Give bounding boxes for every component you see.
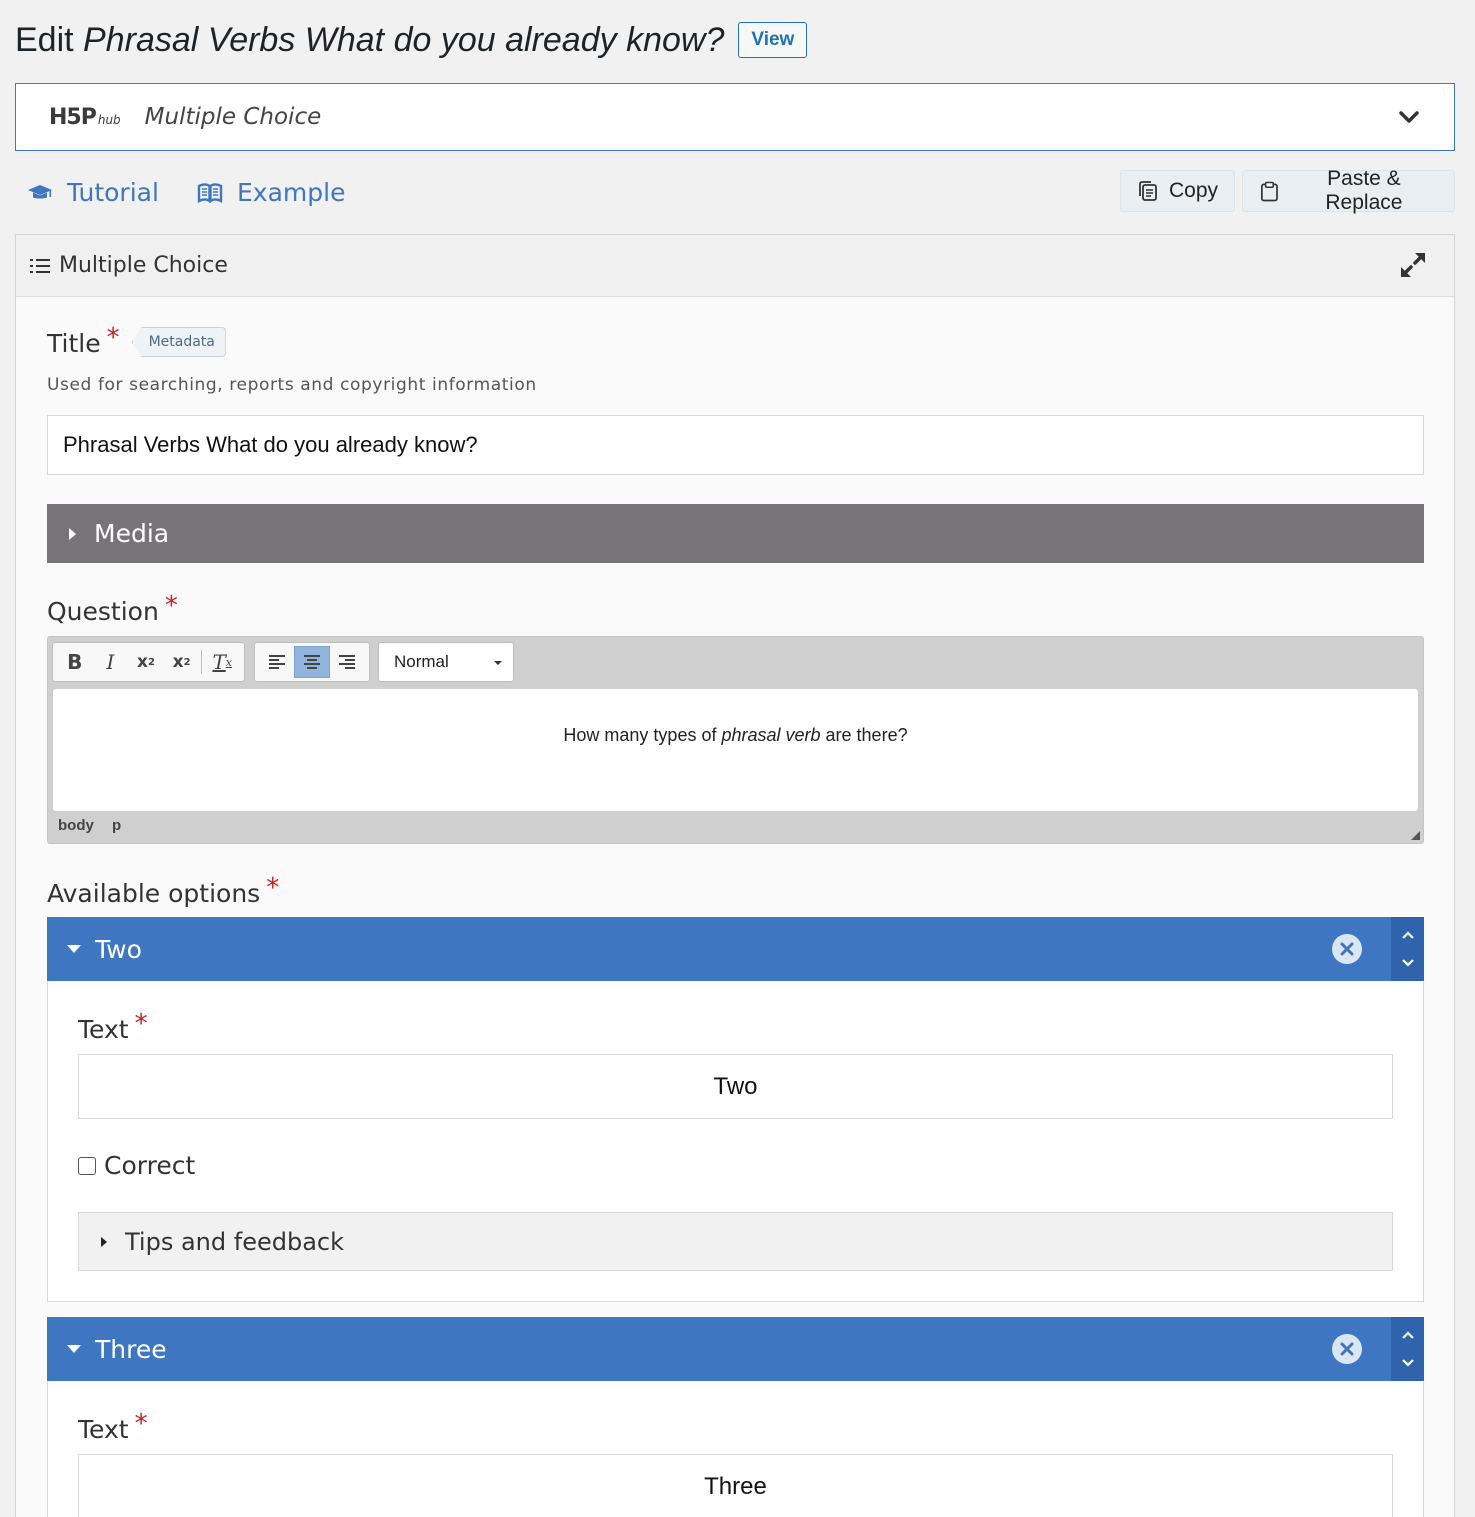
open-book-icon (197, 182, 223, 203)
option-text-input[interactable]: Two (78, 1054, 1393, 1119)
editor-form: Multiple Choice Title * Metadata Used fo… (15, 234, 1455, 1517)
page-title: Edit Phrasal Verbs What do you already k… (15, 21, 724, 60)
paste-replace-button[interactable]: Paste & Replace (1242, 167, 1455, 214)
chevron-down-icon[interactable] (1401, 1358, 1415, 1368)
page-title-content: Phrasal Verbs What do you already know? (83, 20, 725, 59)
option-header[interactable]: Two (47, 917, 1424, 981)
question-label-text: Question (47, 597, 159, 626)
align-center-icon[interactable] (294, 646, 330, 678)
h5p-hub-logo: H5P hub (49, 105, 121, 130)
question-text-area[interactable]: How many types of phrasal verb are there… (53, 689, 1418, 811)
format-select-value: Normal (394, 652, 449, 671)
title-input[interactable]: Phrasal Verbs What do you already know? (47, 415, 1424, 475)
title-field-label: Title * Metadata (47, 323, 226, 358)
element-path: body p (58, 817, 135, 834)
text-style-toolbar: B I x2 x2 Tx (52, 642, 245, 682)
resize-handle[interactable] (1411, 831, 1420, 840)
question-text-after: are there? (820, 725, 908, 745)
option-text-label: Text * (78, 1009, 148, 1044)
example-link[interactable]: Example (197, 178, 345, 207)
italic-icon[interactable]: I (93, 646, 129, 678)
question-field-label: Question * (47, 591, 178, 626)
editor-header: Multiple Choice (16, 235, 1454, 297)
page-heading: Edit Phrasal Verbs What do you already k… (15, 18, 808, 62)
editor-toolbar: Tutorial Example Copy Paste & Replace (27, 167, 1455, 214)
fullscreen-icon[interactable] (1398, 250, 1428, 280)
metadata-button[interactable]: Metadata (131, 327, 226, 357)
toolbar-separator (201, 650, 203, 674)
align-left-icon[interactable] (259, 646, 294, 678)
format-select[interactable]: Normal (378, 642, 514, 682)
checkbox-box[interactable] (78, 1156, 96, 1175)
option-order-controls (1391, 917, 1424, 981)
required-mark: * (106, 323, 120, 353)
chevron-up-icon[interactable] (1401, 1330, 1415, 1340)
superscript-icon[interactable]: x2 (164, 646, 200, 678)
bold-icon[interactable]: B (57, 646, 93, 678)
example-label: Example (237, 178, 346, 207)
view-button[interactable]: View (738, 22, 808, 58)
option-body: Text * Three (47, 1381, 1424, 1517)
content-type-name: Multiple Choice (144, 104, 322, 130)
media-label: Media (94, 519, 170, 548)
title-description: Used for searching, reports and copyrigh… (47, 375, 537, 395)
tutorial-link[interactable]: Tutorial (27, 178, 159, 207)
copy-label: Copy (1169, 179, 1219, 202)
question-text-italic: phrasal verb (721, 725, 821, 745)
option-text-label: Text * (78, 1409, 148, 1444)
path-body[interactable]: body (58, 817, 94, 834)
remove-option-icon[interactable] (1332, 934, 1362, 964)
tips-feedback-toggle[interactable]: Tips and feedback (78, 1212, 1393, 1271)
correct-label: Correct (104, 1151, 196, 1180)
required-mark: * (164, 591, 178, 621)
option-text-label-text: Text (78, 1015, 129, 1044)
title-label-text: Title (47, 329, 101, 358)
caret-down-icon (67, 1345, 81, 1353)
remove-format-icon[interactable]: Tx (204, 646, 240, 678)
chevron-down-icon[interactable] (1401, 958, 1415, 968)
option-title: Three (95, 1334, 167, 1364)
copy-button[interactable]: Copy (1120, 170, 1236, 212)
required-mark: * (134, 1009, 148, 1039)
graduation-cap-icon (28, 184, 52, 198)
option-body: Text * Two Correct Tips and feedback (47, 981, 1424, 1302)
h5p-logo-text: H5P (49, 104, 97, 130)
option-text-label-text: Text (78, 1415, 129, 1444)
caret-right-icon (101, 1236, 107, 1247)
correct-checkbox[interactable]: Correct (78, 1151, 195, 1180)
chevron-up-icon[interactable] (1401, 930, 1415, 940)
media-section-toggle[interactable]: Media (47, 504, 1424, 563)
caret-down-icon (67, 945, 81, 953)
question-rich-text-editor: B I x2 x2 Tx Normal How many types of ph… (47, 636, 1424, 844)
align-right-icon[interactable] (330, 646, 365, 678)
subscript-icon[interactable]: x2 (128, 646, 164, 678)
tutorial-label: Tutorial (67, 178, 159, 207)
caret-right-icon (69, 527, 76, 540)
caret-down-icon (494, 661, 502, 665)
list-icon (30, 258, 50, 273)
paste-replace-label: Paste & Replace (1325, 167, 1403, 214)
remove-option-icon[interactable] (1332, 1334, 1362, 1364)
option-header[interactable]: Three (47, 1317, 1424, 1381)
editor-header-title: Multiple Choice (59, 253, 228, 278)
required-mark: * (266, 873, 280, 903)
copy-icon (1139, 181, 1157, 201)
option-text-input[interactable]: Three (78, 1454, 1393, 1517)
option-title: Two (95, 934, 142, 964)
options-label-text: Available options (47, 879, 261, 908)
tips-feedback-label: Tips and feedback (125, 1227, 344, 1256)
h5p-logo-sub: hub (97, 112, 121, 127)
clipboard-icon (1260, 181, 1278, 202)
required-mark: * (134, 1409, 148, 1439)
content-type-selector[interactable]: H5P hub Multiple Choice (15, 83, 1455, 151)
option-order-controls (1391, 1317, 1424, 1381)
chevron-down-icon[interactable] (1398, 106, 1420, 128)
alignment-toolbar (254, 642, 370, 682)
options-field-label: Available options * (47, 873, 279, 908)
path-p[interactable]: p (112, 817, 121, 834)
question-text-before: How many types of (563, 725, 722, 745)
page-title-prefix: Edit (15, 20, 74, 59)
